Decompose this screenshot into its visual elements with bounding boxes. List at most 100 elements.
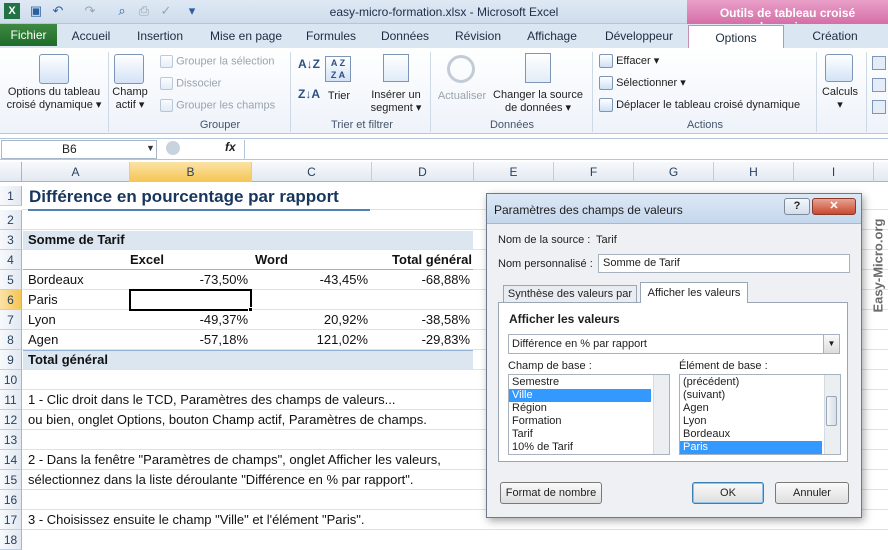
print-preview-icon[interactable]: ⌕ — [114, 3, 130, 19]
cancel-button[interactable]: Annuler — [775, 482, 849, 504]
tab-view[interactable]: Affichage — [520, 24, 584, 48]
save-icon[interactable]: ▣ — [28, 3, 44, 19]
pivot-cell[interactable]: -49,37% — [130, 310, 248, 330]
list-item[interactable]: 10% de Tarif — [509, 441, 651, 454]
pivot-cell[interactable]: -38,58% — [372, 310, 470, 330]
list-item[interactable]: (suivant) — [680, 389, 822, 402]
pivot-cell[interactable]: -68,88% — [372, 270, 470, 290]
refresh-button[interactable]: Actualiser — [435, 90, 489, 103]
row-header[interactable]: 7 — [0, 310, 22, 330]
row-header[interactable]: 2 — [0, 210, 22, 230]
active-cell-b6[interactable] — [129, 289, 252, 311]
calculations-button[interactable]: Calculs ▾ — [818, 86, 862, 112]
base-field-scrollbar[interactable] — [653, 375, 669, 454]
list-item[interactable]: Lyon — [680, 415, 822, 428]
pivot-cell[interactable]: 20,92% — [252, 310, 368, 330]
row-header[interactable]: 10 — [0, 370, 22, 390]
row-header[interactable]: 9 — [0, 350, 22, 370]
redo-icon[interactable]: ↷ — [82, 3, 98, 19]
chevron-down-icon[interactable]: ▼ — [823, 335, 839, 353]
column-header-i[interactable]: I — [794, 162, 874, 182]
sort-button[interactable]: Trier — [322, 90, 356, 103]
custom-name-input[interactable]: Somme de Tarif — [598, 254, 850, 273]
row-header[interactable]: 1 — [0, 186, 22, 206]
customize-toolbar-icon[interactable]: ▾ — [184, 3, 200, 19]
active-field-button[interactable]: Champ actif ▾ — [110, 86, 150, 112]
tab-options[interactable]: Options — [688, 25, 784, 49]
list-item[interactable]: Paris — [680, 441, 822, 454]
list-item[interactable]: Ville — [509, 389, 651, 402]
ok-button[interactable]: OK — [692, 482, 764, 504]
tab-review[interactable]: Révision — [448, 24, 508, 48]
list-item[interactable]: Région — [509, 402, 651, 415]
insert-slicer-button[interactable]: Insérer un segment ▾ — [366, 89, 426, 115]
print-icon[interactable]: ⎙ — [136, 3, 152, 19]
close-button[interactable]: ✕ — [812, 198, 856, 215]
pivot-cell[interactable]: -73,50% — [130, 270, 248, 290]
pivot-cell[interactable]: -43,45% — [252, 270, 368, 290]
number-format-button[interactable]: Format de nombre — [500, 482, 602, 504]
column-header-f[interactable]: F — [554, 162, 634, 182]
tools-icon[interactable] — [872, 100, 886, 114]
list-item[interactable]: Semestre — [509, 376, 651, 389]
sort-za-icon[interactable]: Z↓A — [298, 88, 320, 101]
tab-data[interactable]: Données — [374, 24, 436, 48]
row-header[interactable]: 8 — [0, 330, 22, 350]
pivot-cell[interactable]: -29,83% — [372, 330, 470, 350]
row-header[interactable]: 18 — [0, 530, 22, 550]
tab-insert[interactable]: Insertion — [130, 24, 190, 48]
column-header-h[interactable]: H — [714, 162, 794, 182]
tab-design[interactable]: Création — [796, 24, 874, 48]
sort-az-icon[interactable]: A↓Z — [298, 58, 320, 71]
column-header-e[interactable]: E — [474, 162, 554, 182]
row-header[interactable]: 14 — [0, 450, 22, 470]
column-header-c[interactable]: C — [252, 162, 372, 182]
undo-icon[interactable]: ↶ — [50, 3, 66, 19]
tab-show-values[interactable]: Afficher les valeurs — [640, 282, 748, 303]
clear-button[interactable]: Effacer ▾ — [599, 54, 659, 68]
tab-formulas[interactable]: Formules — [300, 24, 362, 48]
row-header[interactable]: 15 — [0, 470, 22, 490]
pivot-cell[interactable]: 121,02% — [252, 330, 368, 350]
row-header[interactable]: 6 — [0, 290, 22, 310]
list-item[interactable]: Tarif — [509, 428, 651, 441]
column-header-b[interactable]: B — [130, 162, 252, 182]
name-box[interactable]: B6 — [1, 140, 157, 159]
scrollbar-thumb[interactable] — [826, 396, 837, 426]
list-item[interactable]: Agen — [680, 402, 822, 415]
row-header[interactable]: 16 — [0, 490, 22, 510]
column-header-g[interactable]: G — [634, 162, 714, 182]
formula-input[interactable] — [244, 140, 888, 159]
row-header[interactable]: 11 — [0, 390, 22, 410]
list-item[interactable]: Formation — [509, 415, 651, 428]
show-values-dropdown[interactable]: Différence en % par rapport — [508, 334, 840, 354]
move-pivot-button[interactable]: Déplacer le tableau croisé dynamique — [599, 98, 800, 112]
row-header[interactable]: 3 — [0, 230, 22, 250]
ungroup-button[interactable]: Dissocier — [160, 77, 221, 90]
tab-summarize-values[interactable]: Synthèse des valeurs par — [503, 285, 637, 303]
change-source-button[interactable]: Changer la source de données ▾ — [490, 89, 586, 115]
tab-home[interactable]: Accueil — [66, 24, 116, 48]
tools-icon[interactable] — [872, 78, 886, 92]
select-button[interactable]: Sélectionner ▾ — [599, 76, 686, 90]
pivot-cell[interactable]: -57,18% — [130, 330, 248, 350]
help-button[interactable]: ? — [784, 198, 810, 215]
tab-page-layout[interactable]: Mise en page — [204, 24, 288, 48]
group-fields-button[interactable]: Grouper les champs — [160, 99, 275, 112]
pivot-options-button[interactable]: Options du tableau croisé dynamique ▾ — [2, 86, 106, 112]
row-header[interactable]: 17 — [0, 510, 22, 530]
tab-developer[interactable]: Développeur — [598, 24, 680, 48]
tab-file[interactable]: Fichier — [0, 24, 57, 46]
function-icon[interactable]: fx — [225, 140, 236, 154]
row-header[interactable]: 13 — [0, 430, 22, 450]
list-item[interactable]: Bordeaux — [680, 428, 822, 441]
tools-icon[interactable] — [872, 56, 886, 70]
column-header-d[interactable]: D — [372, 162, 474, 182]
spelling-icon[interactable]: ✓ — [158, 3, 174, 19]
group-selection-button[interactable]: Grouper la sélection — [160, 55, 275, 68]
list-item[interactable]: (précédent) — [680, 376, 822, 389]
select-all-corner[interactable] — [0, 162, 22, 182]
row-header[interactable]: 12 — [0, 410, 22, 430]
row-header[interactable]: 4 — [0, 250, 22, 270]
column-header-a[interactable]: A — [22, 162, 130, 182]
